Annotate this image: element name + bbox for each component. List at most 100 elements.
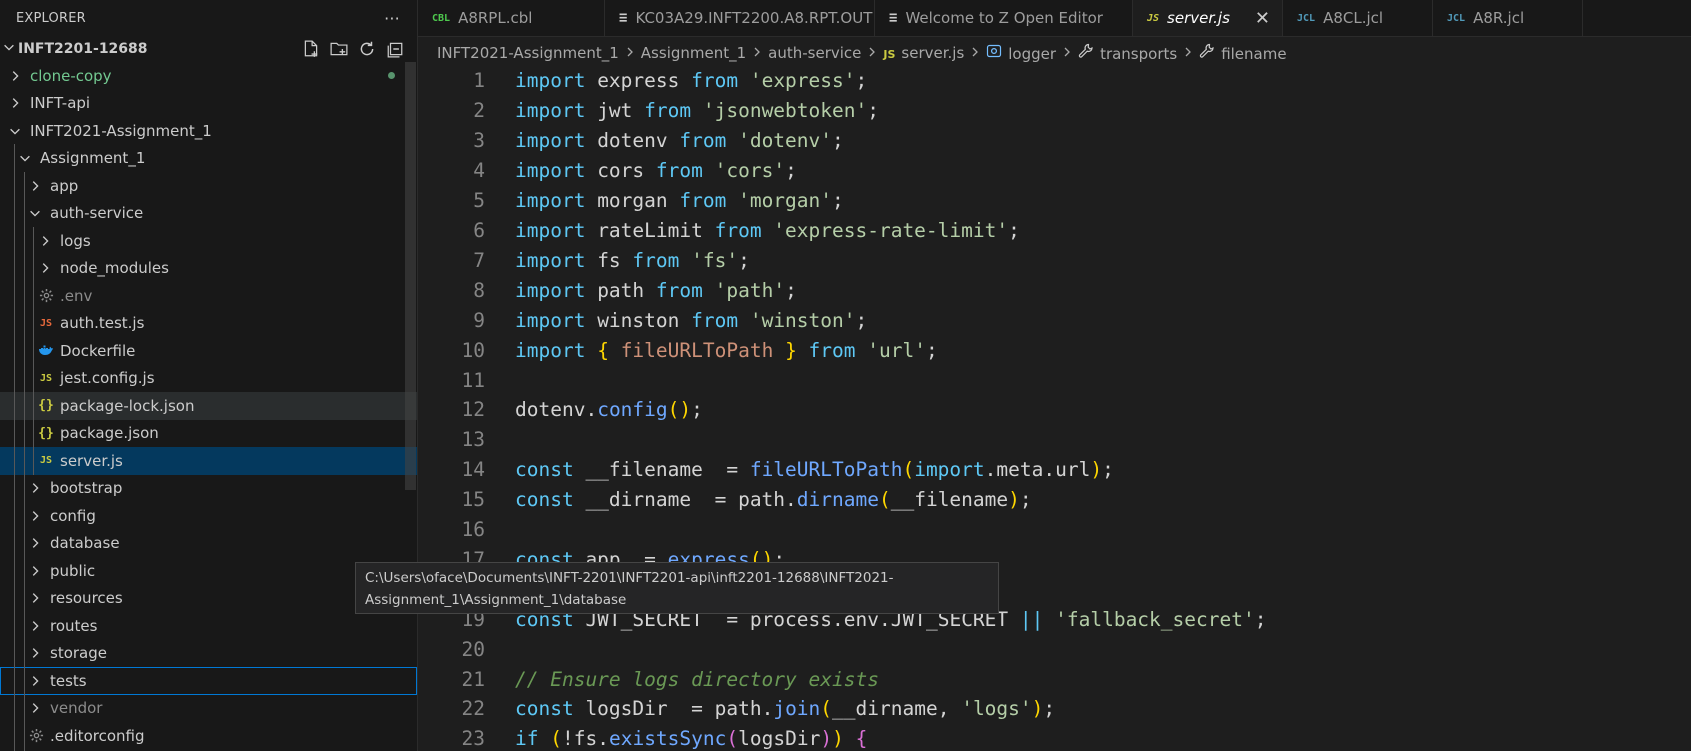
code-token: ) [832, 727, 844, 751]
code-token: jwt [585, 99, 645, 123]
tree-item-tests[interactable]: tests [0, 667, 417, 695]
chevron-right-icon [28, 646, 42, 660]
tree-item-label: Dockerfile [60, 341, 136, 360]
close-icon[interactable]: ✕ [1255, 8, 1270, 29]
breadcrumb-label: filename [1221, 45, 1287, 63]
code-token: . [761, 697, 774, 721]
tree-item-node-modules[interactable]: node_modules [0, 255, 417, 283]
chevron-down-icon [18, 151, 32, 165]
tree-item-logs[interactable]: logs [0, 227, 417, 255]
tree-item-label: database [50, 534, 120, 553]
breadcrumb-item[interactable]: JS server.js [883, 44, 964, 62]
collapse-all-icon[interactable] [381, 39, 409, 59]
tree-item-config[interactable]: config [0, 502, 417, 530]
code-token: const [515, 488, 574, 512]
tab-label: KC03A29.INFT2200.A8.RPT.OUT [635, 9, 873, 27]
refresh-icon[interactable] [353, 39, 381, 59]
line-number: 13 [461, 428, 485, 452]
tree-item-auth-service[interactable]: auth-service [0, 200, 417, 228]
new-file-icon[interactable] [297, 39, 325, 59]
code-token: 'morgan' [726, 189, 833, 213]
file-type-icon: JCL [1297, 12, 1316, 24]
tree-item-editorconfig[interactable]: .editorconfig [0, 722, 417, 750]
code-token: from [796, 338, 856, 362]
tab-a8rpl-cbl[interactable]: CBL A8RPL.cbl [418, 0, 605, 36]
code-line: 6 import rateLimit from 'express-rate-lim… [418, 216, 1691, 246]
code-token: 'fallback_secret' [1043, 607, 1255, 631]
tree-item-storage[interactable]: storage [0, 640, 417, 668]
code-token: ; [867, 99, 879, 123]
tooltip-line-2: Assignment_1\Assignment_1\database [365, 592, 627, 608]
code-token: existsSync [608, 727, 727, 751]
preview-icon: ≡ [619, 10, 628, 26]
tab-a8cl-jcl[interactable]: JCL A8CL.jcl [1283, 0, 1433, 36]
code-token: from [632, 248, 680, 272]
sidebar-scrollbar[interactable] [405, 62, 416, 490]
line-number: 20 [461, 637, 485, 661]
breadcrumb-label: transports [1100, 45, 1178, 63]
code-text: import express from 'express'; [515, 69, 879, 92]
breadcrumb-item[interactable]: logger [986, 43, 1056, 63]
more-actions-icon[interactable]: ··· [377, 9, 407, 28]
code-token: . [1043, 458, 1056, 482]
code-text: import path from 'path'; [515, 279, 797, 302]
code-token: || [1008, 607, 1044, 631]
tree-item-package-lock-json[interactable]: {} package-lock.json [0, 392, 417, 420]
tree-item-env[interactable]: .env [0, 282, 417, 310]
tree-item-vendor[interactable]: vendor [0, 695, 417, 723]
tree-item-jest-config-js[interactable]: JS jest.config.js [0, 365, 417, 393]
code-editor[interactable]: 1 import express from 'express'; 2 import … [418, 66, 1691, 751]
tree-item-auth-test-js[interactable]: JS auth.test.js [0, 310, 417, 338]
tree-item-label: jest.config.js [60, 369, 155, 388]
tree-item-dockerfile[interactable]: Dockerfile [0, 337, 417, 365]
code-line: 10 import { fileURLToPath } from 'url'; [418, 335, 1691, 365]
tree-item-routes[interactable]: routes [0, 612, 417, 640]
tree-item-bootstrap[interactable]: bootstrap [0, 475, 417, 503]
chevron-right-icon [38, 234, 52, 248]
tree-item-app[interactable]: app [0, 172, 417, 200]
tree-item-inft-api[interactable]: INFT-api [0, 90, 417, 118]
breadcrumb-item[interactable]: INFT2021-Assignment_1 [437, 44, 619, 62]
json-file-icon: {} [38, 425, 54, 441]
explorer-title: EXPLORER [16, 10, 86, 26]
tree-item-assignment-1[interactable]: Assignment_1 [0, 145, 417, 173]
breadcrumb-item[interactable]: filename [1199, 43, 1287, 63]
line-number: 8 [473, 278, 485, 302]
code-token: ( [820, 697, 833, 721]
code-token: __dirname [573, 488, 703, 512]
tab-kc03a29-inft2200-a8-rpt-out[interactable]: ≡ KC03A29.INFT2200.A8.RPT.OUT [605, 0, 875, 36]
tree-item-label: logs [60, 231, 91, 250]
workspace-root[interactable]: INFT2201-12688 [0, 36, 417, 62]
code-text: import jwt from 'jsonwebtoken'; [515, 99, 879, 122]
tab-a8r-jcl[interactable]: JCL A8R.jcl [1433, 0, 1583, 36]
tree-item-database[interactable]: database [0, 530, 417, 558]
line-number: 14 [461, 458, 485, 482]
chevron-right-icon [38, 261, 52, 275]
tree-item-server-js[interactable]: JS server.js [0, 447, 417, 475]
tab-label: A8RPL.cbl [458, 9, 533, 27]
path-tooltip: C:\Users\oface\Documents\INFT-2201\INFT2… [355, 562, 999, 614]
tab-welcome-to-z-open-editor[interactable]: ≡ Welcome to Z Open Editor [875, 0, 1133, 36]
tree-item-inft2021-assignment-1[interactable]: INFT2021-Assignment_1 [0, 117, 417, 145]
tab-server-js[interactable]: JS server.js ✕ [1133, 0, 1283, 36]
code-token: 'path' [702, 278, 786, 302]
code-token: __filename [573, 458, 715, 482]
line-number: 16 [461, 518, 485, 542]
code-token: 'jsonwebtoken' [691, 99, 868, 123]
explorer-sidebar: EXPLORER ··· INFT2201-12688 clone-copy IN… [0, 0, 418, 751]
code-token: ; [1102, 458, 1114, 482]
breadcrumb-item[interactable]: Assignment_1 [641, 44, 746, 62]
tree-item-label: Assignment_1 [40, 149, 146, 168]
indent-guide [14, 144, 15, 751]
code-token: dirname [796, 488, 879, 512]
tree-item-package-json[interactable]: {} package.json [0, 420, 417, 448]
new-folder-icon[interactable] [325, 39, 353, 59]
line-number: 7 [473, 248, 485, 272]
breadcrumb-item[interactable]: transports [1078, 43, 1177, 63]
wrench-icon [1199, 43, 1215, 63]
tree-item-clone-copy[interactable]: clone-copy [0, 62, 417, 90]
breadcrumb-item[interactable]: auth-service [768, 44, 861, 62]
code-token: { [855, 727, 868, 751]
code-token: ; [1019, 488, 1032, 512]
explorer-actions [297, 39, 409, 59]
